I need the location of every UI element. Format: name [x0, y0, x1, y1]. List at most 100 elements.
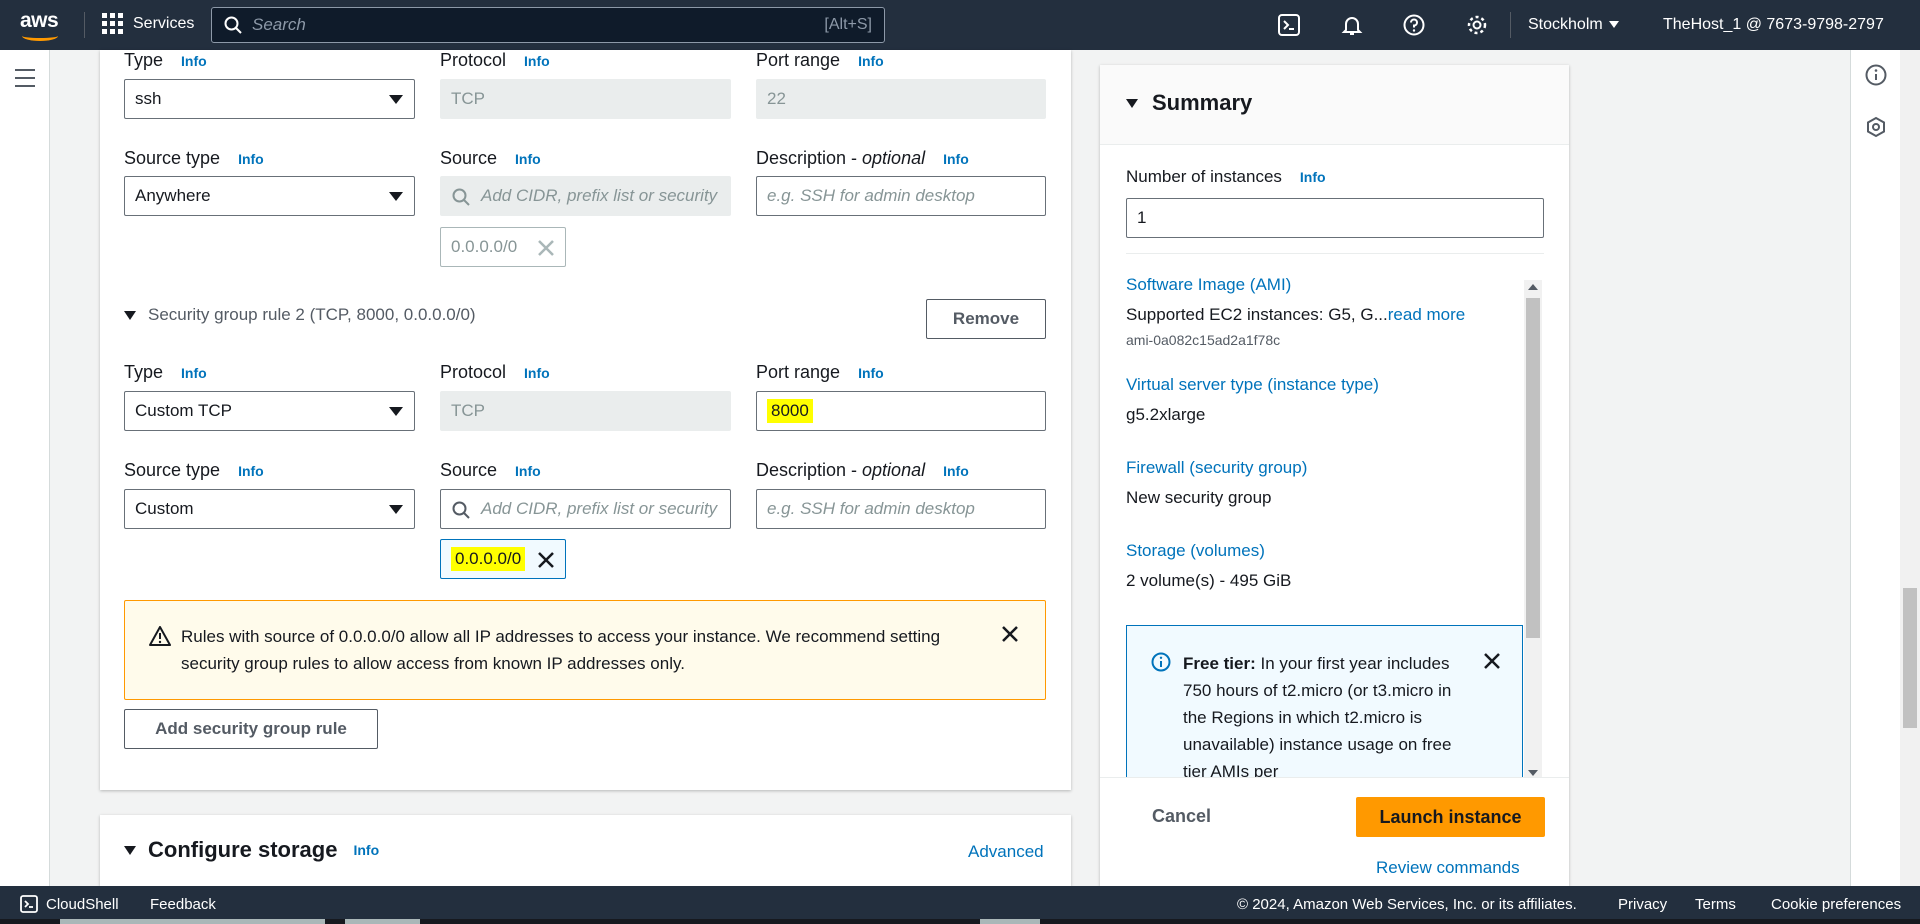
- rule2-source-type-label: Source type Info: [124, 460, 264, 480]
- settings-gear-icon[interactable]: [1466, 14, 1488, 36]
- scroll-down-arrow-icon[interactable]: [1528, 770, 1538, 776]
- search-icon: [452, 501, 470, 519]
- remove-rule-button[interactable]: Remove: [926, 299, 1046, 339]
- rule2-source-input[interactable]: Add CIDR, prefix list or security: [440, 489, 731, 529]
- rule2-port-input[interactable]: 8000: [756, 391, 1046, 431]
- caret-down-icon: [124, 845, 136, 855]
- info-link[interactable]: Info: [943, 463, 969, 479]
- info-link[interactable]: Info: [238, 463, 264, 479]
- close-icon: [538, 240, 554, 256]
- notifications-bell-icon[interactable]: [1341, 14, 1363, 36]
- rule2-protocol-field: TCP: [440, 391, 731, 431]
- region-label: Stockholm: [1528, 16, 1603, 33]
- rule1-cidr-token: 0.0.0.0/0: [440, 227, 566, 267]
- rule1-source-type-label: Source type Info: [124, 148, 264, 168]
- rule2-cidr-token[interactable]: 0.0.0.0/0: [440, 539, 566, 579]
- storage-link[interactable]: Storage (volumes): [1126, 541, 1265, 561]
- services-menu-button[interactable]: Services: [102, 13, 194, 34]
- ami-value: Supported EC2 instances: G5, G...read mo…: [1126, 305, 1466, 324]
- aws-logo[interactable]: aws: [20, 10, 62, 41]
- terms-link[interactable]: Terms: [1695, 896, 1736, 913]
- rule1-source-type-select[interactable]: Anywhere: [124, 176, 415, 216]
- number-of-instances-input[interactable]: 1: [1126, 198, 1544, 238]
- rule2-desc-label: Description - optional Info: [756, 460, 969, 480]
- rule2-source-type-select[interactable]: Custom: [124, 489, 415, 529]
- privacy-link[interactable]: Privacy: [1618, 896, 1667, 913]
- summary-title: Summary: [1152, 90, 1253, 115]
- feedback-button[interactable]: Feedback: [150, 896, 216, 913]
- rule1-port-field: 22: [756, 79, 1046, 119]
- page-scrollbar[interactable]: [1900, 50, 1920, 886]
- rule2-type-select[interactable]: Custom TCP: [124, 391, 415, 431]
- rule2-description-input[interactable]: e.g. SSH for admin desktop: [756, 489, 1046, 529]
- footer: CloudShell Feedback © 2024, Amazon Web S…: [0, 886, 1920, 924]
- rule1-description-input[interactable]: e.g. SSH for admin desktop: [756, 176, 1046, 216]
- info-link[interactable]: Info: [515, 151, 541, 167]
- summary-actions: Cancel Launch instance Review commands: [1100, 777, 1569, 886]
- ami-link[interactable]: Software Image (AMI): [1126, 275, 1291, 295]
- add-security-group-rule-button[interactable]: Add security group rule: [124, 709, 378, 749]
- configure-storage-toggle[interactable]: Configure storage Info: [124, 837, 379, 863]
- info-circle-icon: [1151, 652, 1171, 672]
- info-link[interactable]: Info: [858, 365, 884, 381]
- left-rail: [0, 50, 50, 886]
- dismiss-free-tier-close-icon[interactable]: [1483, 652, 1501, 670]
- divider: [1126, 253, 1544, 254]
- scrollbar-thumb[interactable]: [1526, 298, 1540, 638]
- search-input[interactable]: Search [Alt+S]: [211, 7, 885, 43]
- rule1-source-input: Add CIDR, prefix list or security: [440, 176, 731, 216]
- configure-storage-panel: Configure storage Info Advanced: [100, 815, 1071, 886]
- copyright-text: © 2024, Amazon Web Services, Inc. or its…: [1237, 896, 1577, 913]
- summary-toggle[interactable]: Summary: [1126, 90, 1252, 116]
- region-selector[interactable]: Stockholm: [1528, 16, 1619, 34]
- cloudshell-button[interactable]: CloudShell: [46, 896, 119, 913]
- firewall-value: New security group: [1126, 488, 1272, 507]
- info-link[interactable]: Info: [524, 53, 550, 69]
- ami-id: ami-0a082c15ad2a1f78c: [1126, 332, 1281, 348]
- hamburger-menu-icon[interactable]: [15, 69, 35, 93]
- rule2-type-label: Type Info: [124, 362, 207, 382]
- info-panel-icon[interactable]: [1865, 64, 1887, 86]
- caret-down-icon: [124, 310, 136, 320]
- review-commands-link[interactable]: Review commands: [1376, 858, 1520, 878]
- scroll-up-arrow-icon[interactable]: [1528, 284, 1538, 290]
- rule2-port-value: 8000: [767, 399, 813, 423]
- advanced-link[interactable]: Advanced: [968, 842, 1044, 862]
- rule2-expand-toggle[interactable]: Security group rule 2 (TCP, 8000, 0.0.0.…: [124, 305, 476, 325]
- remove-token-close-icon[interactable]: [537, 551, 555, 569]
- info-link[interactable]: Info: [353, 842, 379, 858]
- configure-storage-title: Configure storage: [148, 837, 338, 862]
- info-link[interactable]: Info: [858, 53, 884, 69]
- aws-smile-icon: [22, 31, 58, 41]
- info-link[interactable]: Info: [238, 151, 264, 167]
- caret-down-icon: [389, 192, 403, 201]
- info-link[interactable]: Info: [181, 53, 207, 69]
- cancel-button[interactable]: Cancel: [1152, 806, 1211, 827]
- account-menu[interactable]: TheHost_1 @ 7673-9798-2797: [1663, 16, 1884, 34]
- grid-icon: [102, 13, 123, 34]
- rule1-type-label: Type Info: [124, 50, 207, 70]
- cookie-preferences-link[interactable]: Cookie preferences: [1771, 896, 1901, 913]
- cloudshell-icon[interactable]: [1278, 14, 1300, 36]
- launch-instance-button[interactable]: Launch instance: [1356, 797, 1545, 837]
- info-link[interactable]: Info: [943, 151, 969, 167]
- help-icon[interactable]: [1403, 14, 1425, 36]
- info-link[interactable]: Info: [524, 365, 550, 381]
- caret-down-icon: [389, 505, 403, 514]
- firewall-link[interactable]: Firewall (security group): [1126, 458, 1307, 478]
- right-rail: [1850, 50, 1900, 886]
- read-more-link[interactable]: read more: [1388, 305, 1465, 324]
- caret-down-icon: [389, 407, 403, 416]
- summary-scrollbar[interactable]: [1524, 280, 1542, 780]
- nav-divider: [1510, 12, 1511, 38]
- search-icon: [224, 16, 242, 34]
- page-scrollbar-thumb[interactable]: [1903, 588, 1917, 728]
- info-link[interactable]: Info: [181, 365, 207, 381]
- cloudshell-icon: [20, 895, 38, 913]
- rule1-type-select[interactable]: ssh: [124, 79, 415, 119]
- hexagon-tools-icon[interactable]: [1865, 116, 1887, 138]
- dismiss-warning-close-icon[interactable]: [1001, 625, 1019, 643]
- info-link[interactable]: Info: [515, 463, 541, 479]
- info-link[interactable]: Info: [1300, 169, 1326, 185]
- instance-type-link[interactable]: Virtual server type (instance type): [1126, 375, 1379, 395]
